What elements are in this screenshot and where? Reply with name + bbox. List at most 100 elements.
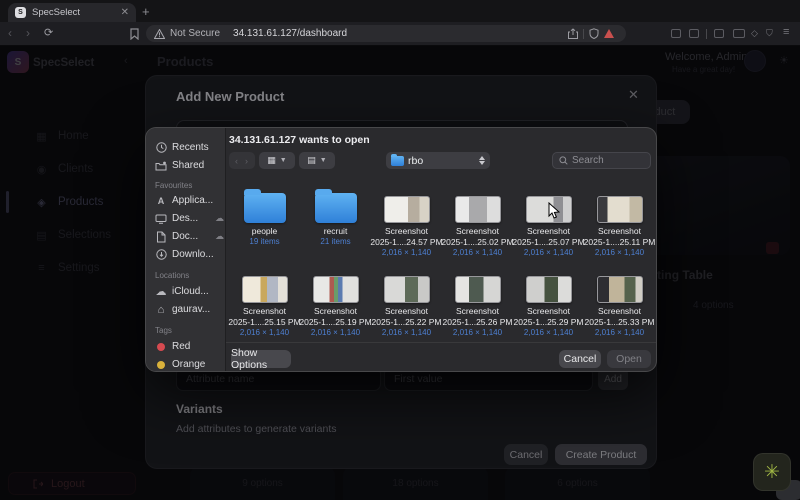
back-icon[interactable]: ‹ <box>235 156 241 166</box>
file-item[interactable]: Screenshot 2025-1....25.02 PM 2,016 × 1,14… <box>441 178 514 258</box>
screenshot-thumbnail <box>383 196 430 223</box>
current-folder-name: rbo <box>408 154 424 167</box>
sidebar-item-tag-orange[interactable]: Orange <box>155 358 205 371</box>
sidebar-item-downloads[interactable]: Downlo... <box>155 248 214 261</box>
reload-icon[interactable]: ⟳ <box>44 26 53 39</box>
share-icon[interactable] <box>568 28 578 39</box>
screenshot-thumbnail <box>596 196 643 223</box>
dialog-nav-buttons[interactable]: ‹ › <box>229 152 255 169</box>
tab-close-icon[interactable]: ✕ <box>121 7 129 18</box>
screenshot-thumbnail <box>454 196 501 223</box>
file-item[interactable]: Screenshot 2025-1...25.22 PM 2,016 × 1,140 <box>371 258 442 338</box>
chevron-down-icon: ▼ <box>319 157 327 164</box>
extension-icon-1[interactable] <box>671 29 681 38</box>
orange-tag-icon <box>155 359 167 371</box>
screenshot-thumbnail <box>312 276 359 303</box>
tags-heading: Tags <box>155 326 172 335</box>
floating-widget-button[interactable]: ✳ <box>753 453 791 491</box>
dialog-title: 34.131.61.127 wants to open <box>229 134 370 146</box>
file-item[interactable]: Screenshot 2025-1....24.57 PM 2,016 × 1,14… <box>370 178 443 258</box>
cloud-badge-icon: ☁ <box>215 213 224 223</box>
dropdown-stepper-icon <box>479 156 485 165</box>
applications-icon: A <box>157 195 165 206</box>
sidebar-item-shared[interactable]: Shared <box>155 159 204 172</box>
sidebar-item-desktop[interactable]: Des... ☁ <box>155 212 224 225</box>
document-icon <box>155 231 167 243</box>
icon-view-button[interactable]: ▦ ▼ <box>259 152 295 169</box>
tab-favicon: S <box>15 7 26 18</box>
back-icon[interactable]: ‹ <box>8 26 12 40</box>
brave-rewards-icon[interactable] <box>604 29 614 38</box>
dialog-footer: Show Options Cancel Open <box>226 342 656 371</box>
clock-icon <box>155 142 167 154</box>
sidebar-toggle-icon[interactable] <box>714 29 724 38</box>
sidebar-item-recents[interactable]: Recents <box>155 141 209 154</box>
folder-icon <box>243 189 286 223</box>
list-view-button[interactable]: ▤ ▼ <box>299 152 335 169</box>
cloud-icon: ☁ <box>155 286 167 298</box>
screenshot-thumbnail <box>383 276 430 303</box>
file-item[interactable]: Screenshot 2025-1...25.26 PM 2,016 × 1,140 <box>442 258 513 338</box>
file-item[interactable]: Screenshot 2025-1....25.19 PM 2,016 × 1,14… <box>299 258 372 338</box>
folder-dropdown[interactable]: rbo <box>386 152 490 169</box>
tab-strip: S SpecSelect ✕ + <box>0 0 800 22</box>
show-options-button[interactable]: Show Options <box>231 347 291 371</box>
divider <box>706 29 707 39</box>
file-item[interactable]: Screenshot 2025-1....25.11 PM 2,016 × 1,14… <box>584 178 655 258</box>
file-open-dialog: Recents Shared Favourites A Applica... D… <box>145 127 657 372</box>
downloads-icon <box>155 249 167 261</box>
file-item[interactable]: Screenshot 2025-1....25.15 PM 2,016 × 1,14… <box>228 258 301 338</box>
asterisk-icon: ✳ <box>764 461 780 483</box>
forward-icon[interactable]: › <box>245 156 251 166</box>
screen: S SpecSelect ✕ + ‹ › ⟳ Not Secure 34.131… <box>0 0 800 500</box>
list-view-icon: ▤ <box>307 155 316 165</box>
folder-item[interactable]: recruit 21 items <box>300 178 371 258</box>
browser-tab[interactable]: S SpecSelect ✕ <box>8 3 136 22</box>
shield-plus-icon[interactable]: ⛉ <box>766 28 773 39</box>
tab-title: SpecSelect <box>32 7 81 18</box>
divider <box>583 28 584 39</box>
home-icon: ⌂ <box>157 303 165 316</box>
cloud-badge-icon: ☁ <box>215 231 224 241</box>
file-grid: people 19 items recruit 21 items Screensho… <box>228 178 655 338</box>
new-tab-icon[interactable]: + <box>142 4 150 19</box>
favourites-heading: Favourites <box>155 181 193 190</box>
dialog-open-button[interactable]: Open <box>607 350 651 368</box>
chevron-down-icon: ▼ <box>279 157 287 164</box>
search-field[interactable] <box>552 152 651 169</box>
folder-item[interactable]: people 19 items <box>229 178 300 258</box>
mouse-cursor-icon <box>548 202 560 219</box>
sidebar-item-tag-red[interactable]: Red <box>155 340 190 353</box>
warning-icon <box>154 28 165 39</box>
menu-icon[interactable]: ≡ <box>783 26 789 38</box>
bookmark-icon[interactable] <box>130 28 139 40</box>
browser-toolbar: ‹ › ⟳ Not Secure 34.131.61.127/dashboard… <box>0 22 800 46</box>
dialog-cancel-button[interactable]: Cancel <box>559 350 601 368</box>
shield-icon[interactable] <box>589 28 599 39</box>
sidebar-item-icloud[interactable]: ☁ iCloud... <box>155 285 209 298</box>
screenshot-thumbnail <box>454 276 501 303</box>
vpn-icon[interactable]: ◇ <box>751 28 758 39</box>
screenshot-thumbnail <box>241 276 288 303</box>
sidebar-item-applications[interactable]: A Applica... <box>155 194 213 207</box>
grid-view-icon: ▦ <box>267 155 276 165</box>
search-icon <box>559 156 568 165</box>
address-bar[interactable]: Not Secure 34.131.61.127/dashboard <box>146 25 626 42</box>
shared-folder-icon <box>155 160 167 172</box>
screenshot-thumbnail <box>525 276 572 303</box>
forward-icon[interactable]: › <box>26 26 30 40</box>
dialog-sidebar: Recents Shared Favourites A Applica... D… <box>146 128 226 371</box>
desktop-icon <box>155 213 167 225</box>
search-input[interactable] <box>572 155 642 166</box>
url-text: 34.131.61.127/dashboard <box>233 28 348 39</box>
sidebar-item-home-folder[interactable]: ⌂ gaurav... <box>155 303 211 316</box>
file-item[interactable]: Screenshot 2025-1...25.33 PM 2,016 × 1,140 <box>584 258 655 338</box>
extension-icon-2[interactable] <box>689 29 699 38</box>
file-item[interactable]: Screenshot 2025-1...25.29 PM 2,016 × 1,140 <box>513 258 584 338</box>
sidebar-item-documents[interactable]: Doc... ☁ <box>155 230 224 243</box>
wallet-icon[interactable] <box>733 29 745 38</box>
locations-heading: Locations <box>155 271 190 280</box>
folder-icon <box>314 189 357 223</box>
screenshot-thumbnail <box>596 276 643 303</box>
app-page: S SpecSelect ‹ Products Welcome, Admin H… <box>0 46 800 500</box>
